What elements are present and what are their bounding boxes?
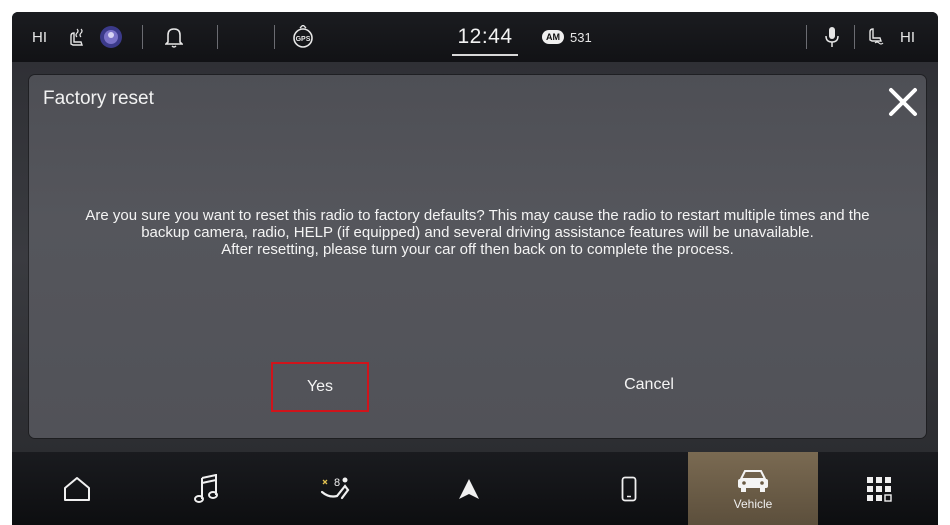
svg-text:GPS: GPS <box>296 36 311 43</box>
infotainment-screen: HI GPS 12:44 AM 531 HI Factory reset Are… <box>12 12 938 525</box>
cancel-button[interactable]: Cancel <box>589 360 709 410</box>
nav-phone[interactable] <box>564 452 694 525</box>
dialog-title: Factory reset <box>43 88 154 109</box>
nav-navigation[interactable] <box>404 452 534 525</box>
phone-icon <box>621 476 637 501</box>
svg-text:8: 8 <box>334 477 340 489</box>
status-divider <box>274 25 275 49</box>
dialog-message-main: Are you sure you want to reset this radi… <box>85 207 870 241</box>
status-divider <box>142 25 143 49</box>
right-climate-level[interactable]: HI <box>900 12 915 62</box>
bell-icon[interactable] <box>162 12 186 62</box>
apps-grid-icon <box>867 476 892 502</box>
music-icon <box>194 473 218 503</box>
close-icon <box>889 88 917 116</box>
nav-home[interactable] <box>12 452 142 525</box>
dialog-message: Are you sure you want to reset this radi… <box>69 207 886 258</box>
yes-button[interactable]: Yes <box>271 362 369 412</box>
nav-apps[interactable] <box>814 452 938 525</box>
left-climate-level[interactable]: HI <box>32 12 47 62</box>
nav-media[interactable] <box>142 452 272 525</box>
driver-profile-icon[interactable] <box>96 12 126 62</box>
status-divider <box>854 25 855 49</box>
radio-source-indicator[interactable]: AM 531 <box>542 12 612 62</box>
status-bar: HI GPS 12:44 AM 531 HI <box>12 12 938 62</box>
vehicle-icon <box>738 469 768 492</box>
radio-frequency: 531 <box>570 29 592 45</box>
factory-reset-dialog: Factory reset Are you sure you want to r… <box>29 75 926 438</box>
home-icon <box>64 476 90 501</box>
microphone-icon[interactable] <box>820 12 844 62</box>
close-button[interactable] <box>884 83 922 121</box>
navigation-icon <box>459 478 479 499</box>
status-divider <box>217 25 218 49</box>
dialog-message-followup: After resetting, please turn your car of… <box>221 241 734 258</box>
clock-underline <box>452 54 518 56</box>
radio-band-badge: AM <box>542 30 564 44</box>
nav-vehicle-label: Vehicle <box>733 496 773 511</box>
nav-vehicle[interactable]: Vehicle <box>688 452 818 525</box>
status-divider <box>806 25 807 49</box>
climate-icon: 8 <box>320 477 350 499</box>
bottom-nav-bar: 8 Vehicle <box>12 452 938 525</box>
heated-seat-right-icon[interactable] <box>864 12 888 62</box>
heated-seat-icon[interactable] <box>64 12 88 62</box>
gps-icon: GPS <box>290 12 316 62</box>
nav-climate[interactable]: 8 <box>272 452 402 525</box>
